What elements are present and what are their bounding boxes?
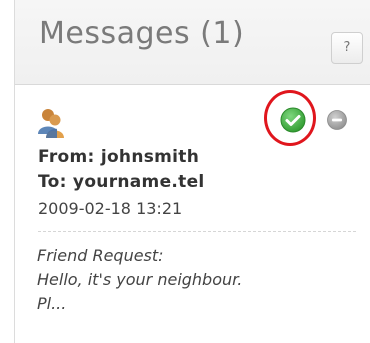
panel-title: Messages (1): [39, 16, 245, 51]
minus-icon[interactable]: [327, 110, 347, 130]
help-button[interactable]: ?: [331, 32, 363, 64]
message-body[interactable]: Friend Request: Hello, it's your neighbo…: [37, 244, 367, 316]
message-to: To: yourname.tel: [38, 172, 205, 192]
message-body-line: Pl...: [37, 294, 67, 313]
messages-panel: Messages (1) ? From: johnsmith To: yourn…: [14, 0, 370, 343]
accept-highlight-circle: [264, 90, 316, 146]
message-body-line: Hello, it's your neighbour.: [37, 270, 243, 289]
message-from: From: johnsmith: [38, 147, 200, 167]
message-date: 2009-02-18 13:21: [38, 199, 183, 218]
message-body-line: Friend Request:: [37, 246, 164, 265]
message-divider: [38, 231, 356, 232]
contact-people-icon: [37, 108, 65, 138]
messages-header: Messages (1) ?: [15, 0, 370, 85]
